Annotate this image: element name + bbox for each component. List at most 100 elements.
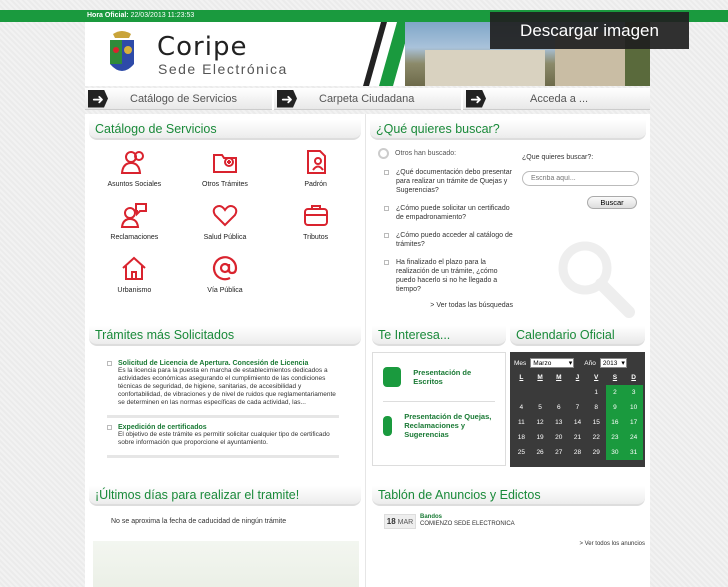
calendar-day[interactable]: 5 <box>531 400 550 415</box>
calendar-day[interactable]: 29 <box>587 445 606 460</box>
calendar-day[interactable]: 7 <box>568 400 587 415</box>
calendar-day[interactable]: 23 <box>605 430 625 445</box>
calendar-grid: L M M J V S D 1 2 3 4 5 6 7 8 9 10 11 12 13 14 15 16 17 18 19 20 21… <box>510 370 645 460</box>
calendar-day[interactable]: 9 <box>605 400 625 415</box>
otros-buscado: Otros han buscado: <box>378 148 513 159</box>
calendar: Mes Marzo Año 2013 LMMJVSD12345678910111… <box>510 352 645 467</box>
arrow-right-icon: ➜ <box>466 89 486 108</box>
at-sign-icon <box>212 256 238 281</box>
calendar-day[interactable]: 26 <box>531 445 550 460</box>
calendar-day[interactable]: 3 <box>624 385 643 400</box>
service-padron[interactable]: Padrón <box>270 148 361 195</box>
buscar-title: ¿Qué quieres buscar? <box>370 120 646 140</box>
nav-acceda[interactable]: ➜ Acceda a ... <box>463 88 650 110</box>
site-title[interactable]: Coripe <box>157 32 247 62</box>
calendar-day[interactable]: 12 <box>531 415 550 430</box>
tablon-title: Tablón de Anuncios y Edictos <box>372 486 645 506</box>
service-tributos[interactable]: Tributos <box>270 201 361 248</box>
interesa-title: Te Interesa... <box>372 326 506 346</box>
calendar-day[interactable]: 30 <box>605 445 625 460</box>
download-image-button[interactable]: Descargar imagen <box>490 12 689 49</box>
interesa-quejas-link[interactable]: Presentación de Quejas, Reclamaciones y … <box>383 401 495 449</box>
calendar-day[interactable]: 2 <box>605 385 625 400</box>
magnifier-icon <box>558 241 635 318</box>
month-select[interactable]: Marzo <box>530 358 575 368</box>
speech-bubble-icon <box>383 415 393 436</box>
arrow-right-icon: ➜ <box>277 89 297 108</box>
arrow-right-icon: ➜ <box>88 89 108 108</box>
calendar-day[interactable]: 1 <box>587 385 606 400</box>
weekday-header: S <box>612 374 618 381</box>
calendar-day[interactable]: 18 <box>512 430 531 445</box>
search-input[interactable] <box>522 171 639 186</box>
query-link[interactable]: ¿Cómo puedo acceder al catálogo de trámi… <box>378 231 513 249</box>
calendar-day[interactable]: 14 <box>568 415 587 430</box>
main-content: Catálogo de Servicios Asuntos Sociales O… <box>85 114 650 587</box>
heart-icon <box>212 205 238 227</box>
calendar-day[interactable]: 6 <box>549 400 568 415</box>
nav-catalogo[interactable]: ➜ Catálogo de Servicios <box>85 88 272 110</box>
ultimos-text: No se aproxima la fecha de caducidad de … <box>111 518 287 525</box>
official-time: 22/03/2013 11:23:53 <box>130 12 195 19</box>
calendar-day[interactable]: 15 <box>587 415 606 430</box>
tramite-item[interactable]: Solicitud de Licencia de Apertura. Conce… <box>107 360 339 418</box>
document-plus-icon <box>383 367 402 387</box>
site-subtitle: Sede Electrónica <box>158 61 288 77</box>
anuncio-item[interactable]: 18 MAR Bandos COMIENZO SEDE ELECTRONICA <box>384 514 645 529</box>
calendar-day[interactable]: 8 <box>587 400 606 415</box>
calendar-day[interactable]: 28 <box>568 445 587 460</box>
calendario-title: Calendario Oficial <box>510 326 645 346</box>
ver-todos-anuncios-link[interactable]: > Ver todos los anuncios <box>372 541 645 547</box>
tramite-item[interactable]: Expedición de certificados El objetivo de… <box>107 424 339 458</box>
query-link[interactable]: ¿Qué documentación debo presentar para r… <box>378 168 513 195</box>
calendar-day[interactable]: 22 <box>587 430 606 445</box>
calendar-day[interactable]: 27 <box>549 445 568 460</box>
catalogo-title: Catálogo de Servicios <box>89 120 361 140</box>
calendar-day[interactable]: 21 <box>568 430 587 445</box>
catalogo-panel: Catálogo de Servicios Asuntos Sociales O… <box>89 120 361 316</box>
service-salud-publica[interactable]: Salud Pública <box>180 201 271 248</box>
weekday-header: V <box>594 374 599 381</box>
ver-todas-busquedas-link[interactable]: > Ver todas las búsquedas <box>378 302 513 309</box>
calendar-day[interactable]: 10 <box>624 400 643 415</box>
interesa-escritos-link[interactable]: Presentación de Escritos <box>383 353 495 401</box>
service-reclamaciones[interactable]: Reclamaciones <box>89 201 180 248</box>
folder-plus-icon <box>212 154 237 173</box>
weekday-header: J <box>575 374 580 381</box>
year-select[interactable]: 2013 <box>599 358 627 368</box>
calendar-day[interactable]: 31 <box>624 445 643 460</box>
house-icon <box>122 256 147 280</box>
calendar-day[interactable]: 19 <box>531 430 550 445</box>
search-label: ¿Que quieres buscar?: <box>522 154 594 161</box>
query-link[interactable]: Ha finalizado el plazo para la realizaci… <box>378 258 513 294</box>
weekday-header: M <box>556 374 562 381</box>
tramites-panel: Trámites más Solicitados Solicitud de Li… <box>89 326 361 476</box>
calendar-day[interactable]: 13 <box>549 415 568 430</box>
nav-carpeta[interactable]: ➜ Carpeta Ciudadana <box>274 88 461 110</box>
calendar-day[interactable]: 11 <box>512 415 531 430</box>
ultimos-panel: ¡Últimos días para realizar el tramite! … <box>89 486 361 587</box>
calendar-day[interactable]: 4 <box>512 400 531 415</box>
calendar-day <box>531 385 550 400</box>
weekday-header: M <box>537 374 543 381</box>
calendar-day[interactable]: 17 <box>624 415 643 430</box>
people-icon <box>121 151 145 174</box>
briefcase-icon <box>303 205 328 226</box>
calendar-day[interactable]: 20 <box>549 430 568 445</box>
weekday-header: D <box>631 374 636 381</box>
service-otros-tramites[interactable]: Otros Trámites <box>180 148 271 195</box>
service-asuntos-sociales[interactable]: Asuntos Sociales <box>89 148 180 195</box>
calendar-day[interactable]: 25 <box>512 445 531 460</box>
document-person-icon <box>306 150 326 174</box>
calendar-day[interactable]: 24 <box>624 430 643 445</box>
query-link[interactable]: ¿Cómo puede solicitar un certificado de … <box>378 204 513 222</box>
service-via-publica[interactable]: Vía Pública <box>180 254 271 301</box>
plus-circle-icon <box>378 148 389 159</box>
calendario-panel: Calendario Oficial Mes Marzo Año 2013 LM… <box>510 326 645 469</box>
service-urbanismo[interactable]: Urbanismo <box>89 254 180 301</box>
weekday-header: L <box>519 374 524 381</box>
search-button[interactable]: Buscar <box>587 196 637 209</box>
calendar-day[interactable]: 16 <box>605 415 625 430</box>
anuncio-date: 18 MAR <box>384 514 416 529</box>
interesa-panel: Te Interesa... Presentación de Escritos … <box>372 326 506 469</box>
